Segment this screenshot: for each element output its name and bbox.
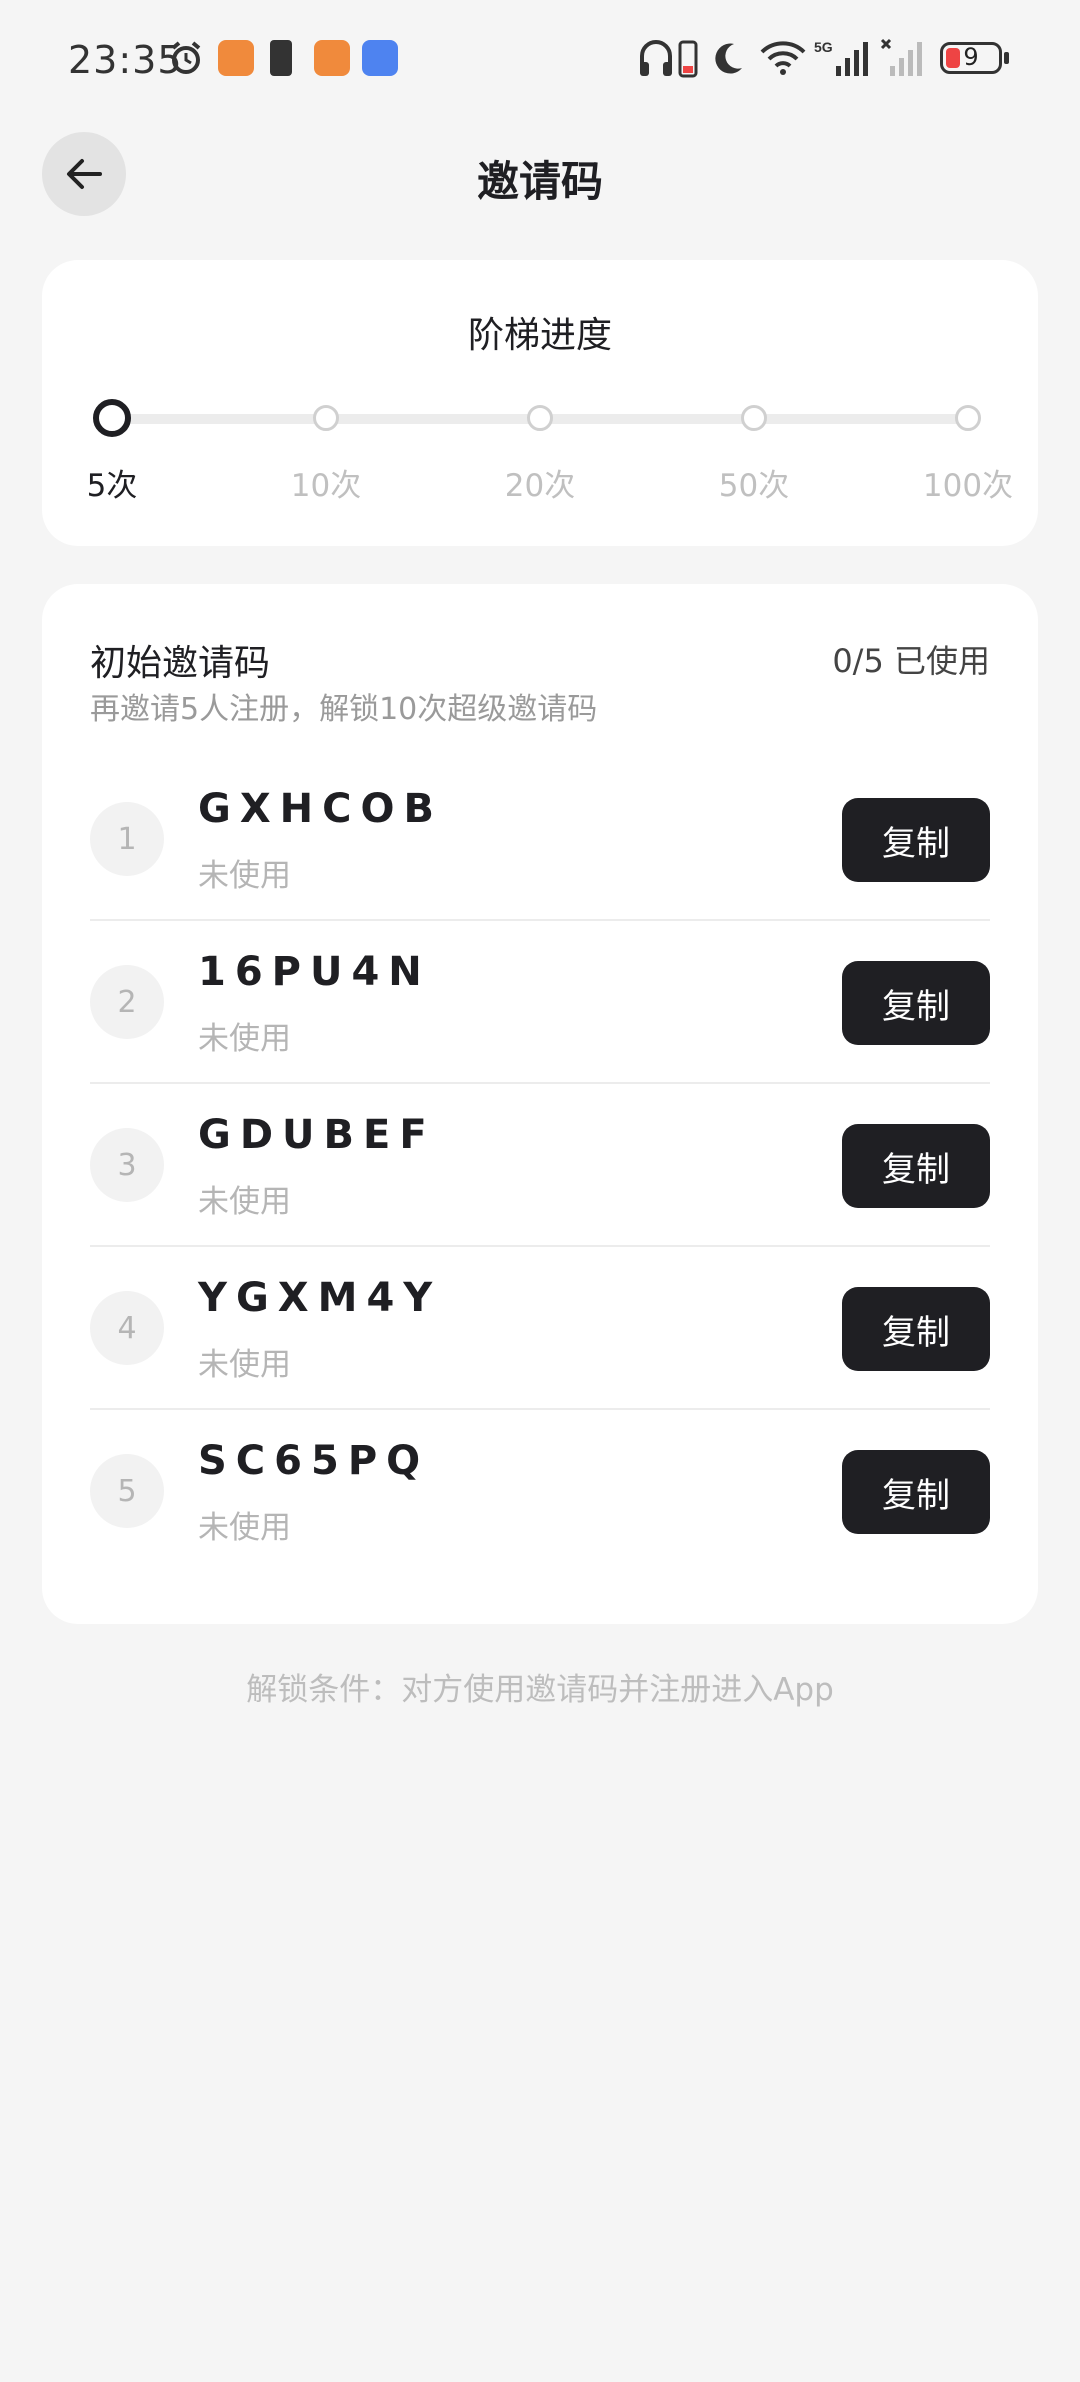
copy-button[interactable]: 复制 bbox=[842, 961, 990, 1045]
progress-step-dot bbox=[93, 399, 131, 437]
copy-button[interactable]: 复制 bbox=[842, 1287, 990, 1371]
code-index-badge: 4 bbox=[90, 1291, 164, 1365]
page-title: 邀请码 bbox=[476, 157, 603, 206]
unlock-condition-note: 解锁条件：对方使用邀请码并注册进入App bbox=[246, 1672, 834, 1708]
app-notification-icon bbox=[218, 40, 254, 76]
invite-code-status: 未使用 bbox=[198, 1184, 291, 1220]
5g-signal-icon: 5G bbox=[814, 39, 868, 76]
phone-battery-icon bbox=[678, 40, 698, 78]
status-time: 23:35 bbox=[68, 38, 183, 82]
invite-code-value: GDUBEF bbox=[198, 1112, 436, 1158]
battery-warning-icon bbox=[270, 40, 292, 76]
invite-code-status: 未使用 bbox=[198, 1510, 291, 1546]
invite-code-row: 1 GXHCOB 未使用 复制 bbox=[90, 758, 990, 921]
code-index-badge: 2 bbox=[90, 965, 164, 1039]
codes-title: 初始邀请码 bbox=[90, 643, 271, 684]
wifi-icon bbox=[760, 41, 806, 75]
no-signal-icon bbox=[880, 38, 922, 76]
headphones-icon bbox=[640, 40, 672, 76]
invite-code-row: 3 GDUBEF 未使用 复制 bbox=[90, 1084, 990, 1247]
progress-title: 阶梯进度 bbox=[467, 315, 612, 356]
invite-code-status: 未使用 bbox=[198, 1347, 291, 1383]
progress-step-label: 50次 bbox=[718, 468, 790, 504]
code-index-badge: 5 bbox=[90, 1454, 164, 1528]
copy-button[interactable]: 复制 bbox=[842, 1124, 990, 1208]
code-index-badge: 1 bbox=[90, 802, 164, 876]
invite-code-value: GXHCOB bbox=[198, 786, 443, 832]
copy-button[interactable]: 复制 bbox=[842, 1450, 990, 1534]
invite-code-value: 16PU4N bbox=[198, 949, 431, 995]
battery-icon: 9 bbox=[940, 42, 1002, 74]
progress-step-label: 100次 bbox=[922, 468, 1014, 504]
app-notification-icon bbox=[314, 40, 350, 76]
svg-text:5G: 5G bbox=[814, 39, 833, 55]
message-icon bbox=[362, 40, 398, 76]
invite-code-value: YGXM4Y bbox=[198, 1275, 442, 1321]
invite-code-status: 未使用 bbox=[198, 858, 291, 894]
progress-step-dot bbox=[955, 405, 981, 431]
status-bar: 23:35 5G 9 bbox=[0, 0, 1080, 120]
battery-level: 9 bbox=[963, 43, 979, 71]
progress-step-dot bbox=[527, 405, 553, 431]
code-index-badge: 3 bbox=[90, 1128, 164, 1202]
codes-usage: 0/5 已使用 bbox=[832, 642, 990, 680]
progress-step-dot bbox=[741, 405, 767, 431]
battery-cap bbox=[1004, 52, 1009, 64]
invite-code-row: 4 YGXM4Y 未使用 复制 bbox=[90, 1247, 990, 1410]
invite-code-row: 5 SC65PQ 未使用 复制 bbox=[90, 1410, 990, 1573]
invite-code-value: SC65PQ bbox=[198, 1438, 430, 1484]
copy-button[interactable]: 复制 bbox=[842, 798, 990, 882]
codes-subtitle: 再邀请5人注册，解锁10次超级邀请码 bbox=[90, 692, 598, 727]
progress-step-label: 20次 bbox=[504, 468, 576, 504]
alarm-icon bbox=[171, 41, 201, 74]
invite-code-row: 2 16PU4N 未使用 复制 bbox=[90, 921, 990, 1084]
progress-step-label: 5次 bbox=[86, 468, 138, 504]
do-not-disturb-icon bbox=[715, 43, 742, 74]
invite-codes-card: 初始邀请码 0/5 已使用 再邀请5人注册，解锁10次超级邀请码 1 GXHCOB… bbox=[42, 584, 1038, 1624]
progress-step-label: 10次 bbox=[290, 468, 362, 504]
tier-progress-card: 阶梯进度 5次 10次 20次 50次 100次 bbox=[42, 260, 1038, 546]
invite-code-status: 未使用 bbox=[198, 1021, 291, 1057]
progress-step-dot bbox=[313, 405, 339, 431]
